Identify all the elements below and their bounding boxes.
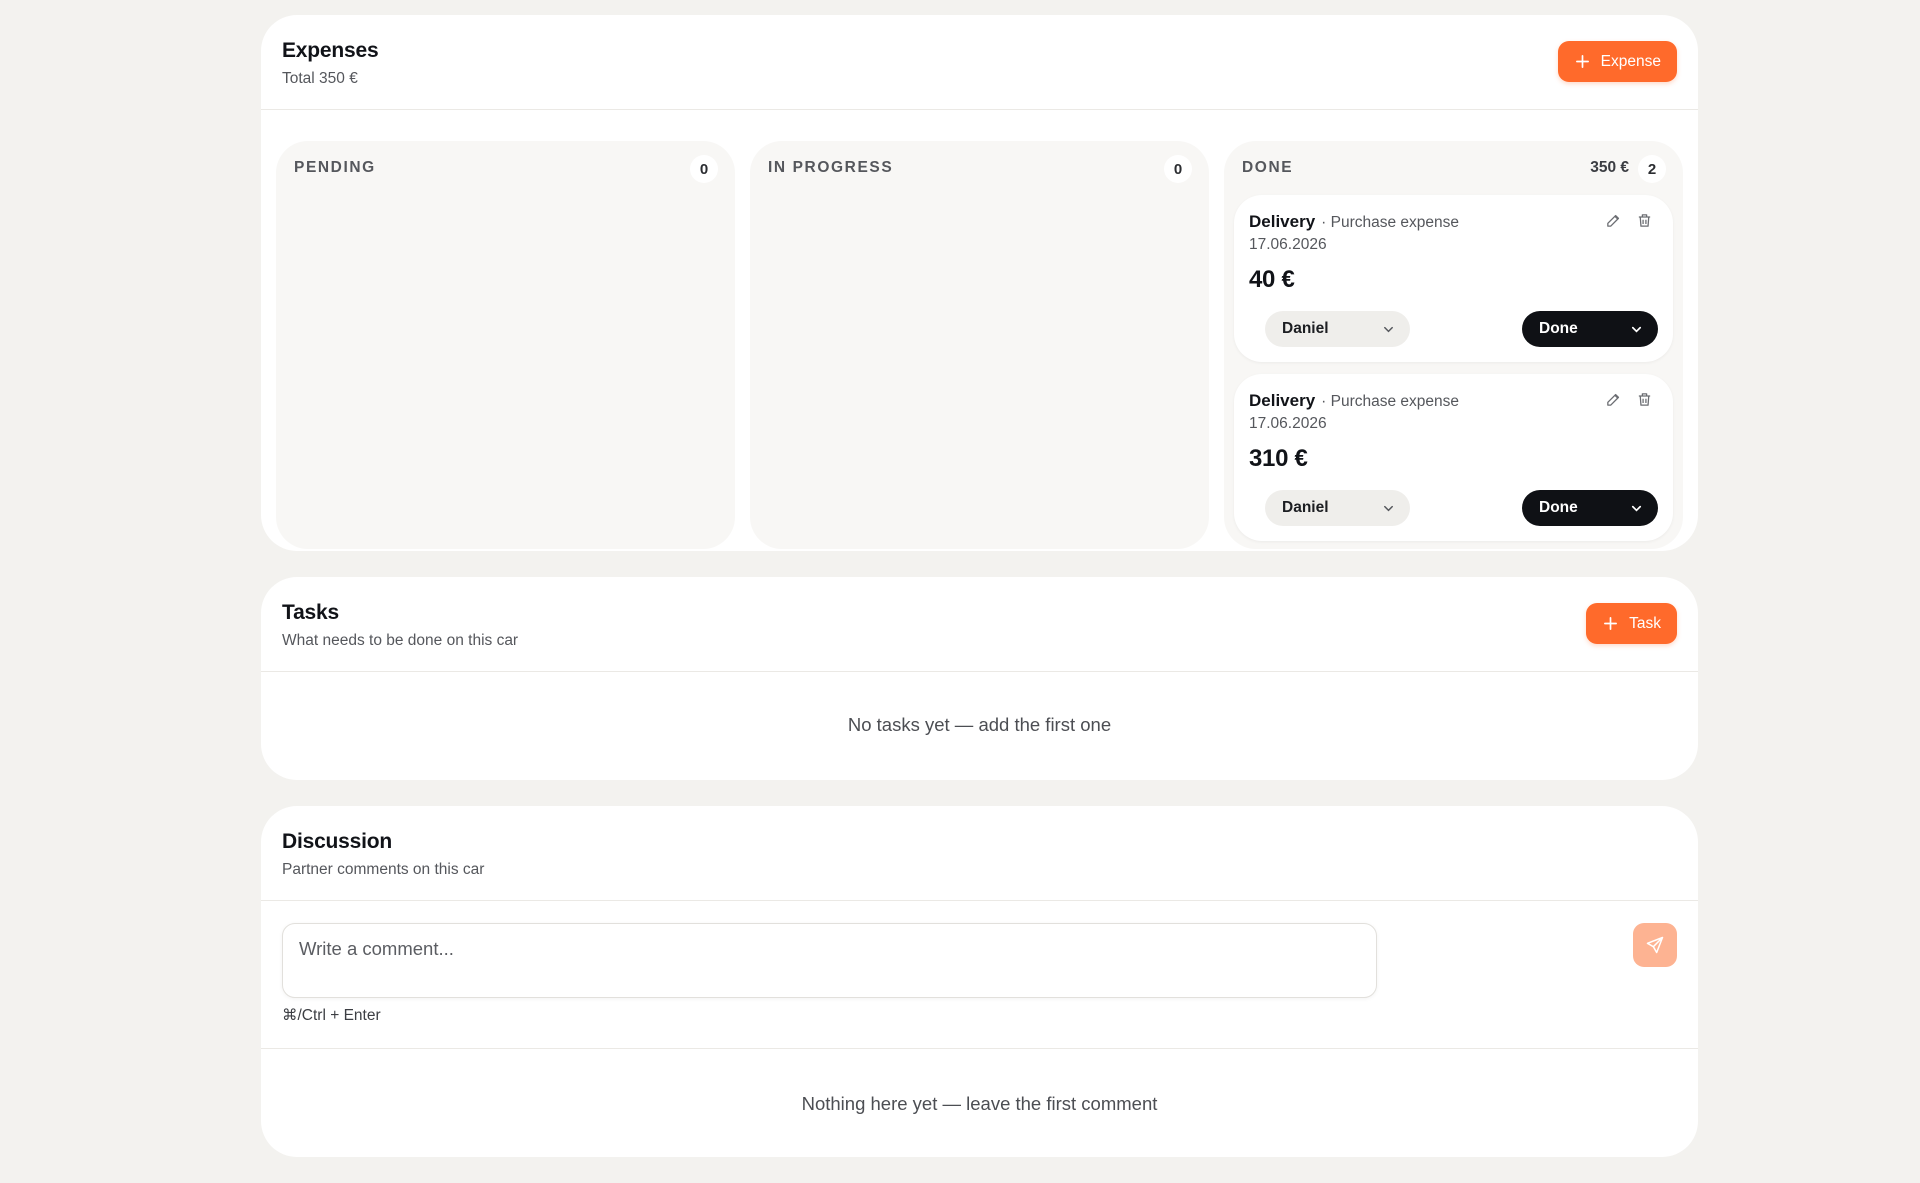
chevron-down-icon (1384, 505, 1393, 512)
tasks-subtitle: What needs to be done on this car (282, 632, 519, 649)
tasks-empty-state: No tasks yet — add the first one (847, 714, 1112, 735)
plus-icon (1604, 617, 1618, 630)
status-select[interactable]: Done (1522, 311, 1658, 347)
shortcut-hint: ⌘/Ctrl + Enter (282, 1007, 381, 1024)
column-done: DONE 350 € 2 Delivery · Purchase expense … (1224, 141, 1683, 549)
send-comment-button[interactable] (1633, 923, 1677, 967)
discussion-card: Discussion Partner comments on this car … (261, 806, 1698, 1157)
delete-button[interactable] (1634, 391, 1654, 411)
add-task-label: Task (1629, 614, 1661, 632)
add-expense-label: Expense (1600, 52, 1661, 70)
assignee-select[interactable]: Daniel (1265, 490, 1410, 526)
expense-amount: 40 € (1249, 266, 1295, 293)
add-task-button[interactable]: Task (1586, 603, 1677, 644)
pencil-icon (1606, 214, 1619, 227)
discussion-subtitle: Partner comments on this car (282, 861, 485, 878)
expenses-header: Expenses Total 350 € Expense (261, 15, 1698, 110)
column-pending: PENDING 0 (276, 141, 735, 549)
chevron-down-icon (1631, 505, 1642, 512)
edit-button[interactable] (1603, 212, 1623, 232)
trash-icon (1638, 393, 1650, 406)
expenses-card: Expenses Total 350 € Expense PENDING 0 I… (261, 15, 1698, 551)
expense-board: PENDING 0 IN PROGRESS 0 DONE 350 € 2 Del… (276, 141, 1683, 549)
expense-category: Delivery (1249, 391, 1316, 410)
chevron-down-icon (1384, 326, 1393, 333)
assignee-value: Daniel (1282, 320, 1329, 337)
delete-button[interactable] (1634, 212, 1654, 232)
column-in-progress: IN PROGRESS 0 (750, 141, 1209, 549)
send-icon (1646, 936, 1664, 954)
expense-item: Delivery · Purchase expense 17.06.2026 40… (1234, 195, 1673, 362)
trash-icon (1638, 214, 1650, 227)
comment-input[interactable] (282, 923, 1377, 998)
tasks-card: Tasks What needs to be done on this car … (261, 577, 1698, 780)
expense-name: Delivery · Purchase expense (1249, 212, 1459, 232)
discussion-title: Discussion (282, 830, 393, 853)
expense-amount: 310 € (1249, 445, 1308, 472)
expense-type: · Purchase expense (1321, 214, 1460, 231)
status-value: Done (1539, 320, 1578, 337)
status-value: Done (1539, 499, 1578, 516)
assignee-select[interactable]: Daniel (1265, 311, 1410, 347)
assignee-value: Daniel (1282, 499, 1329, 516)
tasks-header: Tasks What needs to be done on this car … (261, 577, 1698, 672)
expenses-title: Expenses (282, 39, 379, 62)
discussion-header: Discussion Partner comments on this car (261, 806, 1698, 901)
expense-date: 17.06.2026 (1249, 415, 1327, 432)
expense-category: Delivery (1249, 212, 1316, 231)
column-total: 350 € (1590, 159, 1629, 176)
column-count: 0 (690, 155, 718, 183)
expenses-total: Total 350 € (282, 70, 358, 87)
column-title: DONE (1242, 159, 1294, 176)
pencil-icon (1606, 393, 1619, 406)
add-expense-button[interactable]: Expense (1557, 41, 1677, 82)
plus-icon (1575, 55, 1589, 68)
expense-type: · Purchase expense (1321, 393, 1460, 410)
column-title: PENDING (294, 159, 376, 176)
column-count: 2 (1638, 155, 1666, 183)
expense-date: 17.06.2026 (1249, 236, 1327, 253)
expense-item: Delivery · Purchase expense 17.06.2026 31… (1234, 374, 1673, 541)
column-title: IN PROGRESS (768, 159, 894, 176)
chevron-down-icon (1631, 326, 1642, 333)
divider (261, 1048, 1698, 1049)
status-select[interactable]: Done (1522, 490, 1658, 526)
discussion-empty-state: Nothing here yet — leave the first comme… (801, 1093, 1158, 1114)
expense-name: Delivery · Purchase expense (1249, 391, 1459, 411)
column-count: 0 (1164, 155, 1192, 183)
edit-button[interactable] (1603, 391, 1623, 411)
tasks-title: Tasks (282, 601, 339, 624)
